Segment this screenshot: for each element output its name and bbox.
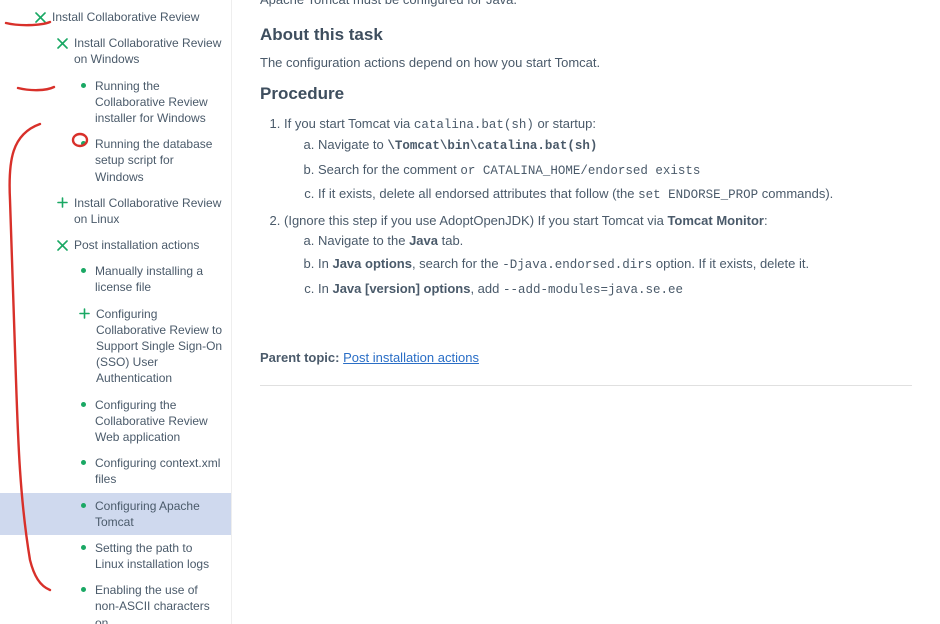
main-content: Apache Tomcat must be configured for Jav… (232, 0, 940, 624)
procedure-step-2: (Ignore this step if you use AdoptOpenJD… (284, 211, 912, 300)
procedure-heading: Procedure (260, 84, 912, 104)
expand-plus-icon (56, 197, 68, 209)
nav-item[interactable]: Manually installing a license file (0, 258, 231, 300)
bullet-icon (81, 402, 86, 407)
procedure-step-1b: Search for the comment or CATALINA_HOME/… (318, 160, 912, 181)
nav-item[interactable]: Install Collaborative Review on Linux (0, 190, 231, 232)
bullet-icon (81, 503, 86, 508)
bullet-icon (81, 587, 86, 592)
procedure-step-2c: In Java [version] options, add --add-mod… (318, 279, 912, 300)
collapse-x-icon (34, 11, 46, 23)
nav-item[interactable]: Running the database setup script for Wi… (0, 131, 231, 190)
nav-item[interactable]: Configuring context.xml files (0, 450, 231, 492)
nav-item-label: Enabling the use of non-ASCII characters… (95, 582, 223, 624)
nav-item[interactable]: Setting the path to Linux installation l… (0, 535, 231, 577)
nav-item-label: Manually installing a license file (95, 263, 223, 295)
nav-item[interactable]: Install Collaborative Review (0, 4, 231, 30)
collapse-x-icon (56, 239, 68, 251)
procedure-step-1: If you start Tomcat via catalina.bat(sh)… (284, 114, 912, 205)
intro-text-truncated: Apache Tomcat must be configured for Jav… (260, 0, 912, 7)
nav-item-label: Configuring Collaborative Review to Supp… (96, 306, 223, 387)
nav-item[interactable]: Configuring the Collaborative Review Web… (0, 392, 231, 451)
nav-item-label: Install Collaborative Review on Linux (74, 195, 223, 227)
nav-item-label: Running the Collaborative Review install… (95, 78, 223, 127)
bullet-icon (81, 545, 86, 550)
expand-plus-icon (78, 308, 90, 320)
procedure-step-1c: If it exists, delete all endorsed attrib… (318, 184, 912, 205)
procedure-step-2b: In Java options, search for the -Djava.e… (318, 254, 912, 275)
nav-item[interactable]: Configuring Apache Tomcat (0, 493, 231, 535)
nav-item[interactable]: Running the Collaborative Review install… (0, 73, 231, 132)
nav-item[interactable]: Post installation actions (0, 232, 231, 258)
bullet-icon (81, 141, 86, 146)
procedure-list: If you start Tomcat via catalina.bat(sh)… (260, 114, 912, 300)
parent-topic: Parent topic: Post installation actions (260, 350, 912, 386)
nav-item[interactable]: Enabling the use of non-ASCII characters… (0, 577, 231, 624)
nav-item-label: Running the database setup script for Wi… (95, 136, 223, 185)
nav-item-label: Configuring context.xml files (95, 455, 223, 487)
nav-item[interactable]: Install Collaborative Review on Windows (0, 30, 231, 72)
nav-item-label: Install Collaborative Review (52, 9, 223, 25)
bullet-icon (81, 268, 86, 273)
sidebar-nav-tree: Install Collaborative Review Install Coll… (0, 0, 232, 624)
about-heading: About this task (260, 25, 912, 45)
nav-item-label: Configuring the Collaborative Review Web… (95, 397, 223, 446)
nav-item[interactable]: Configuring Collaborative Review to Supp… (0, 301, 231, 392)
nav-item-label: Post installation actions (74, 237, 223, 253)
bullet-icon (81, 83, 86, 88)
bullet-icon (81, 460, 86, 465)
about-text: The configuration actions depend on how … (260, 55, 912, 70)
procedure-step-1a: Navigate to \Tomcat\bin\catalina.bat(sh) (318, 135, 912, 156)
collapse-x-icon (56, 37, 68, 49)
nav-item-label: Configuring Apache Tomcat (95, 498, 223, 530)
nav-item-label: Install Collaborative Review on Windows (74, 35, 223, 67)
nav-item-label: Setting the path to Linux installation l… (95, 540, 223, 572)
procedure-step-2a: Navigate to the Java tab. (318, 231, 912, 251)
parent-topic-link[interactable]: Post installation actions (343, 350, 479, 365)
